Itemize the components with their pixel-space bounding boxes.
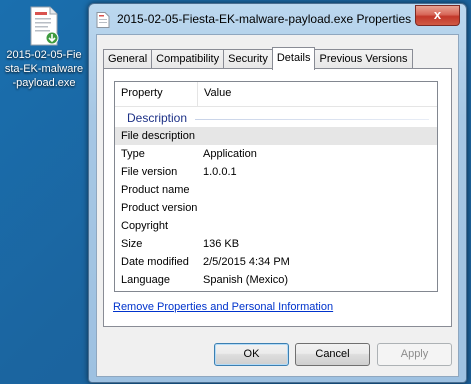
remove-properties-link[interactable]: Remove Properties and Personal Informati… (113, 301, 333, 313)
list-item[interactable]: Product name (115, 181, 437, 199)
apply-button[interactable]: Apply (377, 343, 452, 366)
property-value: Spanish (Mexico) (203, 274, 288, 286)
list-header: Property Value (115, 82, 437, 107)
property-value: 2/5/2015 4:34 PM (203, 256, 290, 268)
list-item[interactable]: File version 1.0.0.1 (115, 163, 437, 181)
details-panel: Property Value Description File descript… (103, 68, 452, 327)
tab-details[interactable]: Details (271, 47, 316, 70)
list-item[interactable]: Date modified 2/5/2015 4:34 PM (115, 253, 437, 271)
tab-general[interactable]: General (103, 49, 152, 70)
property-name: Language (121, 274, 170, 286)
list-item[interactable]: File description (115, 127, 437, 145)
list-item[interactable]: Product version (115, 199, 437, 217)
close-button[interactable]: x (415, 5, 460, 26)
property-name: Product version (121, 202, 198, 214)
tab-previous-versions[interactable]: Previous Versions (315, 49, 413, 70)
title-bar[interactable]: 2015-02-05-Fiesta-EK-malware-payload.exe… (89, 4, 466, 34)
details-list[interactable]: Property Value Description File descript… (114, 81, 438, 292)
column-header-property[interactable]: Property (115, 82, 198, 106)
list-item[interactable]: Size 136 KB (115, 235, 437, 253)
ok-button[interactable]: OK (214, 343, 289, 366)
desktop-file-icon[interactable]: 2015-02-05-Fiesta-EK-malware-payload.exe (4, 6, 84, 90)
close-icon: x (433, 7, 442, 22)
column-header-value[interactable]: Value (198, 82, 404, 106)
property-value: 1.0.0.1 (203, 166, 237, 178)
tab-strip: General Compatibility Security Details P… (103, 47, 413, 70)
properties-window: 2015-02-05-Fiesta-EK-malware-payload.exe… (88, 3, 467, 383)
property-name: File description (121, 130, 195, 142)
property-name: Type (121, 148, 145, 160)
property-value: Application (203, 148, 257, 160)
window-title: 2015-02-05-Fiesta-EK-malware-payload.exe… (117, 12, 412, 26)
property-name: Product name (121, 184, 190, 196)
list-item[interactable]: Copyright (115, 217, 437, 235)
property-name: Size (121, 238, 143, 250)
property-value: 136 KB (203, 238, 240, 250)
list-item[interactable]: Type Application (115, 145, 437, 163)
group-divider (195, 119, 429, 120)
tab-security[interactable]: Security (223, 49, 272, 70)
cancel-button[interactable]: Cancel (295, 343, 370, 366)
property-name: Date modified (121, 256, 189, 268)
file-title-icon (96, 12, 110, 28)
list-item[interactable]: Language Spanish (Mexico) (115, 271, 437, 289)
group-label: Description (127, 111, 188, 125)
property-name: Copyright (121, 220, 169, 232)
property-rows: File description Type Application File v… (115, 127, 437, 289)
exe-file-icon (28, 6, 60, 46)
property-name: File version (121, 166, 178, 178)
dialog-client-area: General Compatibility Security Details P… (96, 34, 459, 377)
desktop-file-label: 2015-02-05-Fiesta-EK-malware-payload.exe (4, 49, 84, 89)
group-header-description: Description (115, 107, 437, 127)
tab-compatibility[interactable]: Compatibility (151, 49, 224, 70)
